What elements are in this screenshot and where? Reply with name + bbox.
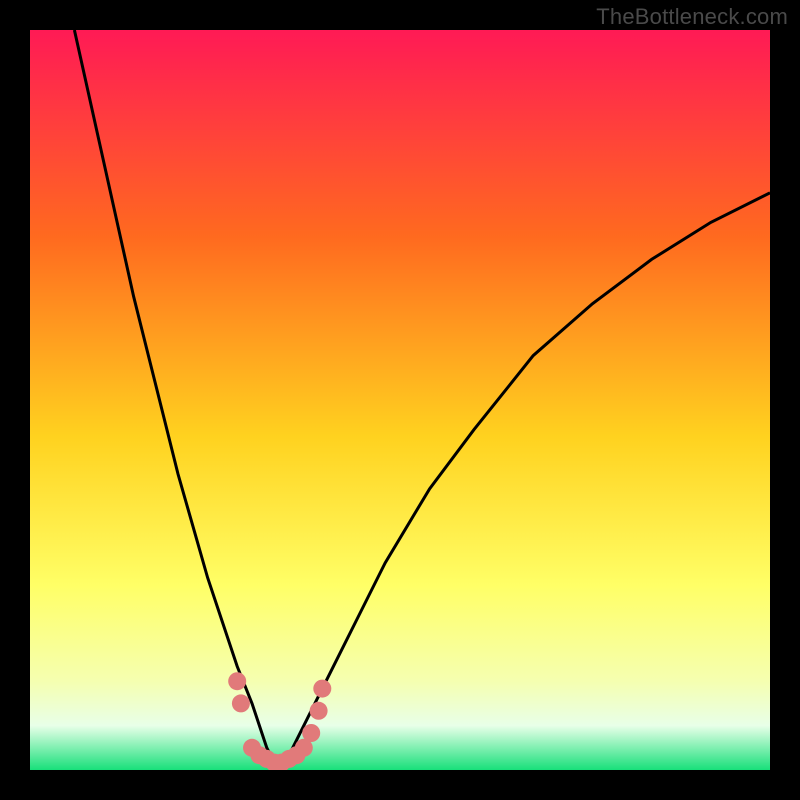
marker-dot bbox=[310, 702, 328, 720]
marker-dot bbox=[313, 680, 331, 698]
gradient-background bbox=[30, 30, 770, 770]
chart-frame: TheBottleneck.com bbox=[0, 0, 800, 800]
watermark-label: TheBottleneck.com bbox=[596, 4, 788, 30]
marker-dot bbox=[232, 694, 250, 712]
bottleneck-chart bbox=[30, 30, 770, 770]
marker-dot bbox=[228, 672, 246, 690]
plot-area bbox=[30, 30, 770, 770]
marker-dot bbox=[302, 724, 320, 742]
